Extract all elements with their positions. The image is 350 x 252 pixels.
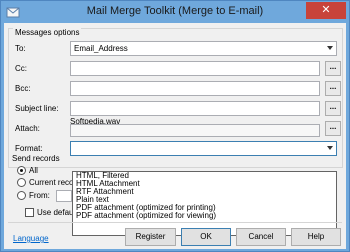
format-dropdown-list[interactable]: HTML, Filtered HTML Attachment RTF Attac… [72,171,337,236]
radio-from[interactable] [17,191,26,200]
dialog-body: Messages options To: Email_Address Cc: .… [4,23,346,249]
cancel-button[interactable]: Cancel [236,228,286,246]
format-option-rtf-attachment[interactable]: RTF Attachment [73,188,336,196]
messages-options-title: Messages options [13,28,82,37]
to-label: To: [15,44,26,53]
register-button[interactable]: Register [125,228,176,246]
cc-label: Cc: [15,64,27,73]
format-option-pdf-viewing[interactable]: PDF attachment (optimized for viewing) [73,212,336,220]
bcc-browse-button[interactable]: ... [325,81,341,96]
default-account-checkbox[interactable] [25,208,34,217]
cc-browse-button[interactable]: ... [325,61,341,76]
radio-current-label[interactable]: Current reco [29,178,73,187]
to-value: Email_Address [74,44,128,53]
ok-button[interactable]: OK [181,228,231,246]
format-label: Format: [15,144,43,153]
attach-field[interactable] [70,124,320,137]
format-select[interactable] [70,141,337,156]
footer-divider [8,222,342,223]
subject-browse-button[interactable]: ... [325,101,341,116]
cc-field[interactable] [70,61,320,76]
radio-all-label[interactable]: All [29,166,38,175]
to-select[interactable]: Email_Address [70,41,337,56]
send-records-title: Send records [12,154,60,163]
radio-current-record[interactable] [17,178,26,187]
attach-label: Attach: [15,124,40,133]
main-window: Mail Merge Toolkit (Merge to E-mail) ✕ M… [0,0,350,252]
radio-from-label[interactable]: From: [29,191,50,200]
subject-field[interactable] [70,101,320,116]
bcc-label: Bcc: [15,84,31,93]
close-icon[interactable]: ✕ [306,2,346,19]
bcc-field[interactable] [70,81,320,96]
chevron-down-icon[interactable] [327,46,333,50]
chevron-down-icon[interactable] [327,146,333,150]
window-title: Mail Merge Toolkit (Merge to E-mail) [86,5,264,17]
language-link[interactable]: Language [13,234,49,243]
subject-label: Subject line: [15,104,59,113]
radio-all[interactable] [17,166,26,175]
from-record-input[interactable] [56,190,72,202]
title-bar[interactable]: Mail Merge Toolkit (Merge to E-mail) ✕ [1,1,349,23]
help-button[interactable]: Help [291,228,341,246]
attach-browse-button[interactable]: ... [325,121,341,136]
